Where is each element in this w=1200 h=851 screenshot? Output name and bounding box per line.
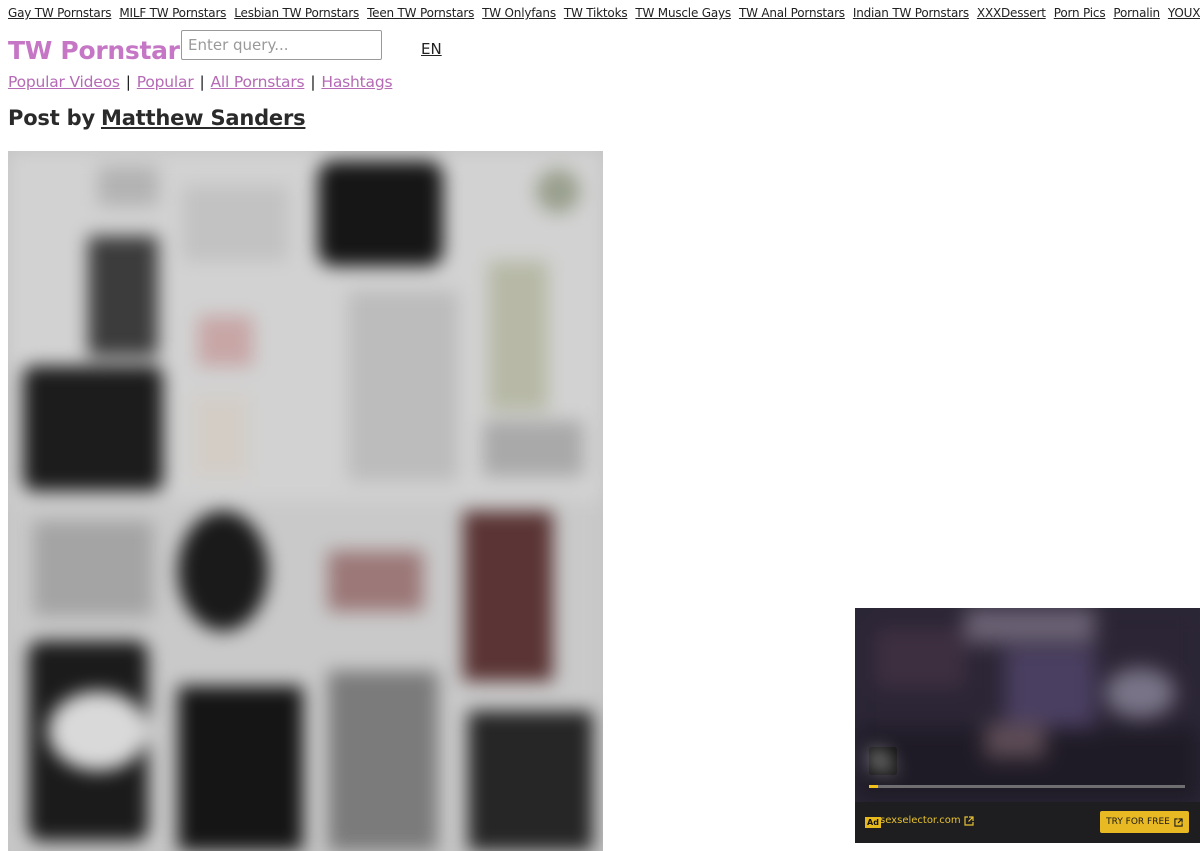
site-logo[interactable]: TW Pornstars bbox=[8, 36, 195, 65]
language-selector[interactable]: EN bbox=[421, 40, 442, 58]
partner-link[interactable]: YOUX bbox=[1168, 6, 1200, 20]
cta-label: TRY FOR FREE bbox=[1106, 817, 1170, 827]
ad-domain-text: sexselector.com bbox=[880, 815, 961, 826]
ad-badge: Ad bbox=[865, 817, 881, 828]
author-link[interactable]: Matthew Sanders bbox=[101, 106, 306, 130]
partner-link[interactable]: Indian TW Pornstars bbox=[853, 6, 969, 20]
partner-links: Gay TW Pornstars MILF TW Pornstars Lesbi… bbox=[8, 6, 1200, 20]
post-image[interactable] bbox=[8, 151, 603, 851]
nav-link-hashtags[interactable]: Hashtags bbox=[321, 73, 392, 91]
partner-link[interactable]: Pornalin bbox=[1113, 6, 1160, 20]
ad-progress-fill bbox=[869, 785, 879, 788]
nav-link-all-pornstars[interactable]: All Pornstars bbox=[211, 73, 305, 91]
partner-link[interactable]: TW Tiktoks bbox=[564, 6, 628, 20]
mute-icon bbox=[869, 748, 897, 774]
partner-link[interactable]: Gay TW Pornstars bbox=[8, 6, 112, 20]
blurred-image-content bbox=[8, 151, 603, 851]
post-heading: Post by Matthew Sanders bbox=[8, 106, 306, 130]
ad-progress-bar[interactable] bbox=[869, 785, 1185, 788]
main-nav: Popular Videos | Popular | All Pornstars | Has… bbox=[8, 73, 393, 91]
blurred-video-frame bbox=[855, 608, 1200, 802]
external-link-icon bbox=[1174, 817, 1183, 827]
nav-link-popular-videos[interactable]: Popular Videos bbox=[8, 73, 120, 91]
ad-player[interactable]: Ad sexselector.com TRY FOR FREE bbox=[855, 608, 1200, 843]
post-heading-prefix: Post by bbox=[8, 106, 95, 130]
nav-separator: | bbox=[310, 73, 316, 91]
partner-link[interactable]: Lesbian TW Pornstars bbox=[234, 6, 359, 20]
partner-link[interactable]: TW Anal Pornstars bbox=[739, 6, 845, 20]
partner-link[interactable]: XXXDessert bbox=[977, 6, 1046, 20]
partner-link[interactable]: MILF TW Pornstars bbox=[119, 6, 226, 20]
nav-separator: | bbox=[125, 73, 131, 91]
partner-link[interactable]: TW Onlyfans bbox=[482, 6, 556, 20]
partner-link[interactable]: Porn Pics bbox=[1054, 6, 1106, 20]
ad-video[interactable] bbox=[855, 608, 1200, 802]
mute-button[interactable] bbox=[869, 747, 897, 775]
search-input[interactable] bbox=[181, 30, 382, 60]
try-for-free-button[interactable]: TRY FOR FREE bbox=[1100, 811, 1189, 833]
nav-separator: | bbox=[199, 73, 205, 91]
external-link-icon bbox=[964, 815, 974, 826]
partner-link[interactable]: Teen TW Pornstars bbox=[367, 6, 474, 20]
ad-domain-link[interactable]: sexselector.com bbox=[880, 815, 974, 826]
nav-link-popular[interactable]: Popular bbox=[137, 73, 194, 91]
partner-link[interactable]: TW Muscle Gays bbox=[635, 6, 731, 20]
ad-info-bar: Ad sexselector.com TRY FOR FREE bbox=[855, 802, 1200, 843]
